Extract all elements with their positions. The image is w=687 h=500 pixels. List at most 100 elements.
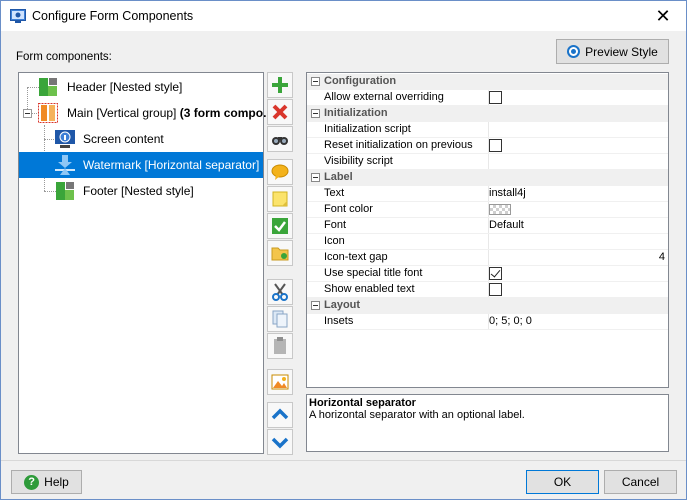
cancel-button[interactable]: Cancel (604, 470, 677, 494)
image-button[interactable] (267, 369, 293, 395)
close-button[interactable]: ✕ (640, 1, 686, 31)
property-font[interactable]: Font Default (307, 218, 668, 234)
property-allow-external-overriding[interactable]: Allow external overriding (307, 90, 668, 106)
tree-item-label: Screen content (83, 132, 164, 146)
comment-button[interactable] (267, 159, 293, 185)
show-enabled-text-checkbox[interactable] (489, 283, 502, 296)
cut-button[interactable] (267, 279, 293, 305)
horizontal-separator-icon (54, 154, 76, 176)
font-color-swatch[interactable] (489, 204, 511, 215)
tree-item-watermark[interactable]: Watermark [Horizontal separator] (19, 152, 263, 178)
add-button[interactable] (267, 72, 293, 98)
allow-external-overriding-checkbox[interactable] (489, 91, 502, 104)
collapse-icon[interactable] (311, 173, 320, 182)
paste-button[interactable] (267, 333, 293, 359)
delete-icon (272, 104, 288, 120)
binoculars-icon (272, 137, 288, 145)
property-label: Font color (324, 203, 373, 215)
move-up-icon (271, 408, 289, 420)
property-insets[interactable]: Insets 0; 5; 0; 0 (307, 314, 668, 330)
category-layout[interactable]: Layout (307, 298, 668, 314)
close-icon: ✕ (655, 5, 671, 26)
delete-button[interactable] (267, 99, 293, 125)
property-label: Use special title font (324, 267, 423, 279)
check-button[interactable] (267, 213, 293, 239)
property-label: Font (324, 219, 347, 231)
help-icon: ? (24, 474, 40, 490)
text-value[interactable]: install4j (489, 187, 666, 199)
cancel-button-label: Cancel (621, 475, 660, 489)
collapse-icon[interactable] (311, 109, 320, 118)
tree-item-label: Header [Nested style] (67, 80, 183, 94)
collapse-icon[interactable] (23, 109, 32, 118)
tree-item-label: Main [Vertical group] (3 form compo... (67, 106, 274, 120)
collapse-icon[interactable] (311, 77, 320, 86)
category-label[interactable]: Label (307, 170, 668, 186)
collapse-icon[interactable] (311, 301, 320, 310)
property-icon-text-gap[interactable]: Icon-text gap 4 (307, 250, 668, 266)
tree-item-screen-content[interactable]: Screen content (19, 126, 263, 152)
property-divider (488, 154, 489, 169)
reset-initialization-checkbox[interactable] (489, 139, 502, 152)
eye-icon (567, 45, 581, 58)
nested-style-icon (37, 76, 59, 98)
copy-icon (272, 310, 288, 328)
move-down-icon (271, 437, 289, 449)
note-button[interactable] (267, 186, 293, 212)
property-label: Text (324, 187, 345, 199)
property-divider (488, 234, 489, 249)
property-label: Icon (324, 235, 345, 247)
comment-icon (271, 164, 289, 180)
property-reset-initialization[interactable]: Reset initialization on previous (307, 138, 668, 154)
help-button[interactable]: ? Help (11, 470, 82, 494)
paste-icon (274, 337, 286, 354)
form-components-tree[interactable]: Header [Nested style] Main [Vertical gro… (18, 72, 273, 454)
folder-icon (271, 247, 289, 261)
nested-style-icon (54, 180, 76, 202)
tree-item-footer[interactable]: Footer [Nested style] (19, 178, 263, 204)
title-bar: Configure Form Components ✕ (1, 1, 686, 31)
form-components-label: Form components: (16, 51, 112, 63)
folder-button[interactable] (267, 240, 293, 266)
property-text[interactable]: Text install4j (307, 186, 668, 202)
find-button[interactable] (267, 126, 293, 152)
note-icon (272, 191, 288, 207)
property-show-enabled-text[interactable]: Show enabled text (307, 282, 668, 298)
property-visibility-script[interactable]: Visibility script (307, 154, 668, 170)
font-value[interactable]: Default (489, 219, 666, 231)
category-label: Configuration (324, 75, 397, 87)
screen-content-icon (54, 128, 76, 150)
use-special-title-font-checkbox[interactable] (489, 267, 502, 280)
move-up-button[interactable] (267, 402, 293, 428)
tree-item-header[interactable]: Header [Nested style] (19, 74, 263, 100)
property-label: Visibility script (324, 155, 393, 167)
dialog-window: Configure Form Components ✕ Form compone… (0, 0, 687, 500)
copy-button[interactable] (267, 306, 293, 332)
preview-style-button[interactable]: Preview Style (556, 39, 669, 64)
property-icon[interactable]: Icon (307, 234, 668, 250)
property-label: Icon-text gap (324, 251, 388, 263)
move-down-button[interactable] (267, 429, 293, 455)
icon-text-gap-value[interactable]: 4 (489, 251, 665, 263)
description-pane: Horizontal separator A horizontal separa… (306, 394, 669, 452)
ok-button[interactable]: OK (526, 470, 599, 494)
property-label: Allow external overriding (324, 91, 444, 103)
cut-icon (272, 283, 288, 301)
help-button-label: Help (44, 475, 69, 489)
ok-button-label: OK (553, 475, 572, 489)
property-use-special-title-font[interactable]: Use special title font (307, 266, 668, 282)
category-initialization[interactable]: Initialization (307, 106, 668, 122)
property-font-color[interactable]: Font color (307, 202, 668, 218)
tree-item-main[interactable]: Main [Vertical group] (3 form compo... (19, 100, 273, 126)
category-label: Layout (324, 299, 361, 311)
category-configuration[interactable]: Configuration (307, 74, 668, 90)
property-label: Insets (324, 315, 354, 327)
vertical-group-icon (37, 102, 59, 124)
property-label: Reset initialization on previous (324, 139, 473, 151)
app-window-icon (10, 9, 26, 23)
property-initialization-script[interactable]: Initialization script (307, 122, 668, 138)
tree-item-label: Watermark [Horizontal separator] (83, 158, 260, 172)
insets-value[interactable]: 0; 5; 0; 0 (489, 315, 666, 327)
property-sheet: Configuration Allow external overriding … (306, 72, 669, 388)
window-title: Configure Form Components (32, 9, 194, 23)
